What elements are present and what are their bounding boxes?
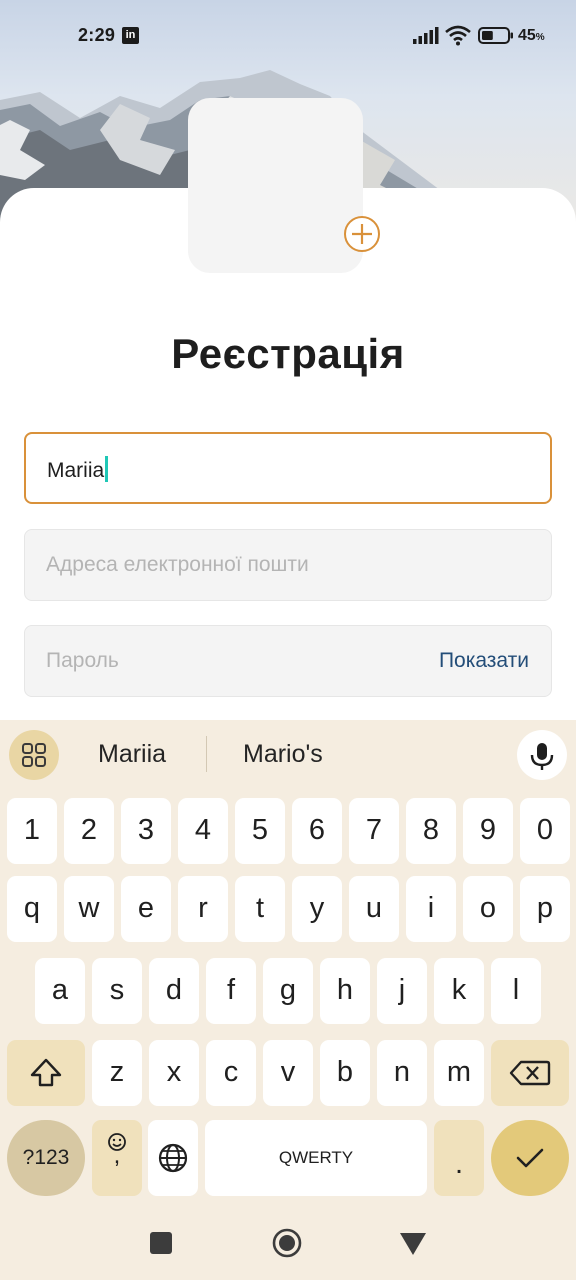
name-field[interactable]: Mariia <box>24 432 552 504</box>
name-field-value: Mariia <box>47 456 109 483</box>
key-j[interactable]: j <box>377 958 427 1024</box>
recents-square-icon[interactable] <box>150 1232 172 1254</box>
language-key[interactable] <box>148 1120 198 1196</box>
key-f[interactable]: f <box>206 958 256 1024</box>
key-1[interactable]: 1 <box>7 798 57 864</box>
globe-icon <box>158 1143 188 1173</box>
key-8[interactable]: 8 <box>406 798 456 864</box>
backspace-key[interactable] <box>491 1040 569 1106</box>
key-p[interactable]: p <box>520 876 570 942</box>
suggestion-1[interactable]: Mariia <box>98 740 166 769</box>
key-y[interactable]: y <box>292 876 342 942</box>
microphone-icon <box>530 743 554 770</box>
key-d[interactable]: d <box>149 958 199 1024</box>
key-7[interactable]: 7 <box>349 798 399 864</box>
key-s[interactable]: s <box>92 958 142 1024</box>
avatar-placeholder[interactable] <box>188 98 363 273</box>
system-navigation-bar <box>0 1210 576 1280</box>
password-placeholder: Пароль <box>46 649 119 672</box>
key-e[interactable]: e <box>121 876 171 942</box>
page-title: Реєстрація <box>171 330 405 377</box>
key-3[interactable]: 3 <box>121 798 171 864</box>
key-n[interactable]: n <box>377 1040 427 1106</box>
key-k[interactable]: k <box>434 958 484 1024</box>
key-w[interactable]: w <box>64 876 114 942</box>
period-key[interactable]: . <box>434 1120 484 1196</box>
key-9[interactable]: 9 <box>463 798 513 864</box>
password-field[interactable]: Пароль Показати <box>24 625 552 697</box>
wifi-icon <box>445 25 471 46</box>
key-b[interactable]: b <box>320 1040 370 1106</box>
suggestion-divider <box>206 736 207 772</box>
home-circle-icon[interactable] <box>272 1228 302 1258</box>
comma-label: , <box>113 1142 121 1169</box>
voice-input-button[interactable] <box>517 730 567 780</box>
key-z[interactable]: z <box>92 1040 142 1106</box>
key-v[interactable]: v <box>263 1040 313 1106</box>
back-triangle-icon[interactable] <box>400 1233 426 1255</box>
suggestion-2[interactable]: Mario's <box>243 740 323 769</box>
key-t[interactable]: t <box>235 876 285 942</box>
key-u[interactable]: u <box>349 876 399 942</box>
grid-icon <box>22 743 46 767</box>
keyboard-apps-button[interactable] <box>9 730 59 780</box>
cellular-signal-icon <box>413 27 439 44</box>
enter-key[interactable] <box>491 1120 569 1196</box>
status-time: 2:29 <box>78 25 116 45</box>
key-q[interactable]: q <box>7 876 57 942</box>
email-field[interactable]: Адреса електронної пошти <box>24 529 552 601</box>
text-caret <box>105 456 109 482</box>
key-4[interactable]: 4 <box>178 798 228 864</box>
key-x[interactable]: x <box>149 1040 199 1106</box>
key-6[interactable]: 6 <box>292 798 342 864</box>
shift-icon <box>30 1058 62 1087</box>
key-2[interactable]: 2 <box>64 798 114 864</box>
key-g[interactable]: g <box>263 958 313 1024</box>
add-photo-icon[interactable] <box>344 216 380 252</box>
shift-key[interactable] <box>7 1040 85 1106</box>
checkmark-icon <box>516 1148 544 1168</box>
backspace-icon <box>509 1060 551 1086</box>
key-c[interactable]: c <box>206 1040 256 1106</box>
emoji-comma-key[interactable]: , <box>92 1120 142 1196</box>
show-password-button[interactable]: Показати <box>439 649 529 673</box>
linkedin-notification-icon: in <box>122 27 139 44</box>
battery-percent: 45% <box>518 27 545 44</box>
key-0[interactable]: 0 <box>520 798 570 864</box>
key-m[interactable]: m <box>434 1040 484 1106</box>
key-r[interactable]: r <box>178 876 228 942</box>
key-h[interactable]: h <box>320 958 370 1024</box>
key-l[interactable]: l <box>491 958 541 1024</box>
key-5[interactable]: 5 <box>235 798 285 864</box>
key-a[interactable]: a <box>35 958 85 1024</box>
soft-keyboard: Mariia Mario's 1234567890 qwertyuiop asd… <box>0 720 576 1210</box>
symbols-key[interactable]: ?123 <box>7 1120 85 1196</box>
status-bar: 2:29 in 45% <box>0 0 576 72</box>
key-i[interactable]: i <box>406 876 456 942</box>
email-placeholder: Адреса електронної пошти <box>46 553 309 576</box>
key-o[interactable]: o <box>463 876 513 942</box>
space-key[interactable]: QWERTY <box>205 1120 427 1196</box>
battery-icon <box>478 27 513 44</box>
